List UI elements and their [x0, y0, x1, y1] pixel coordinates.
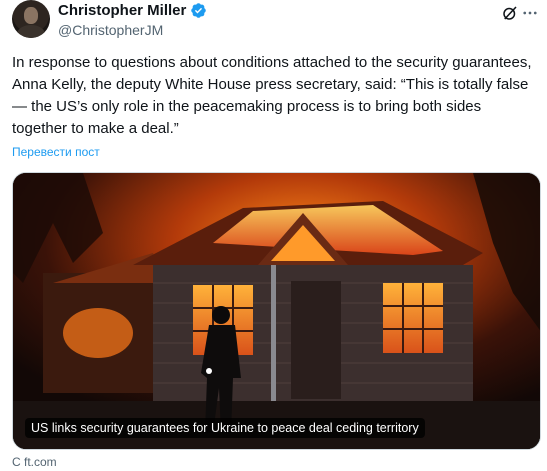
author-display-name[interactable]: Christopher Miller: [58, 2, 186, 19]
verified-badge-icon: [190, 2, 207, 19]
avatar-body: [17, 25, 45, 38]
tweet-header: Christopher Miller @ChristopherJM: [12, 0, 539, 44]
author-handle[interactable]: @ChristopherJM: [58, 22, 163, 38]
card-image: [13, 173, 540, 449]
card-source[interactable]: С ft.com: [12, 455, 57, 469]
card-caption: US links security guarantees for Ukraine…: [25, 418, 425, 438]
grok-icon[interactable]: [501, 4, 519, 22]
tweet-text: In response to questions about condition…: [12, 54, 532, 137]
avatar[interactable]: [12, 0, 50, 38]
link-preview-card[interactable]: US links security guarantees for Ukraine…: [12, 172, 541, 450]
avatar-face: [24, 7, 38, 24]
name-row: Christopher Miller: [58, 2, 207, 19]
more-options-icon[interactable]: [521, 4, 539, 22]
translate-post-link[interactable]: Перевести пост: [12, 145, 100, 159]
